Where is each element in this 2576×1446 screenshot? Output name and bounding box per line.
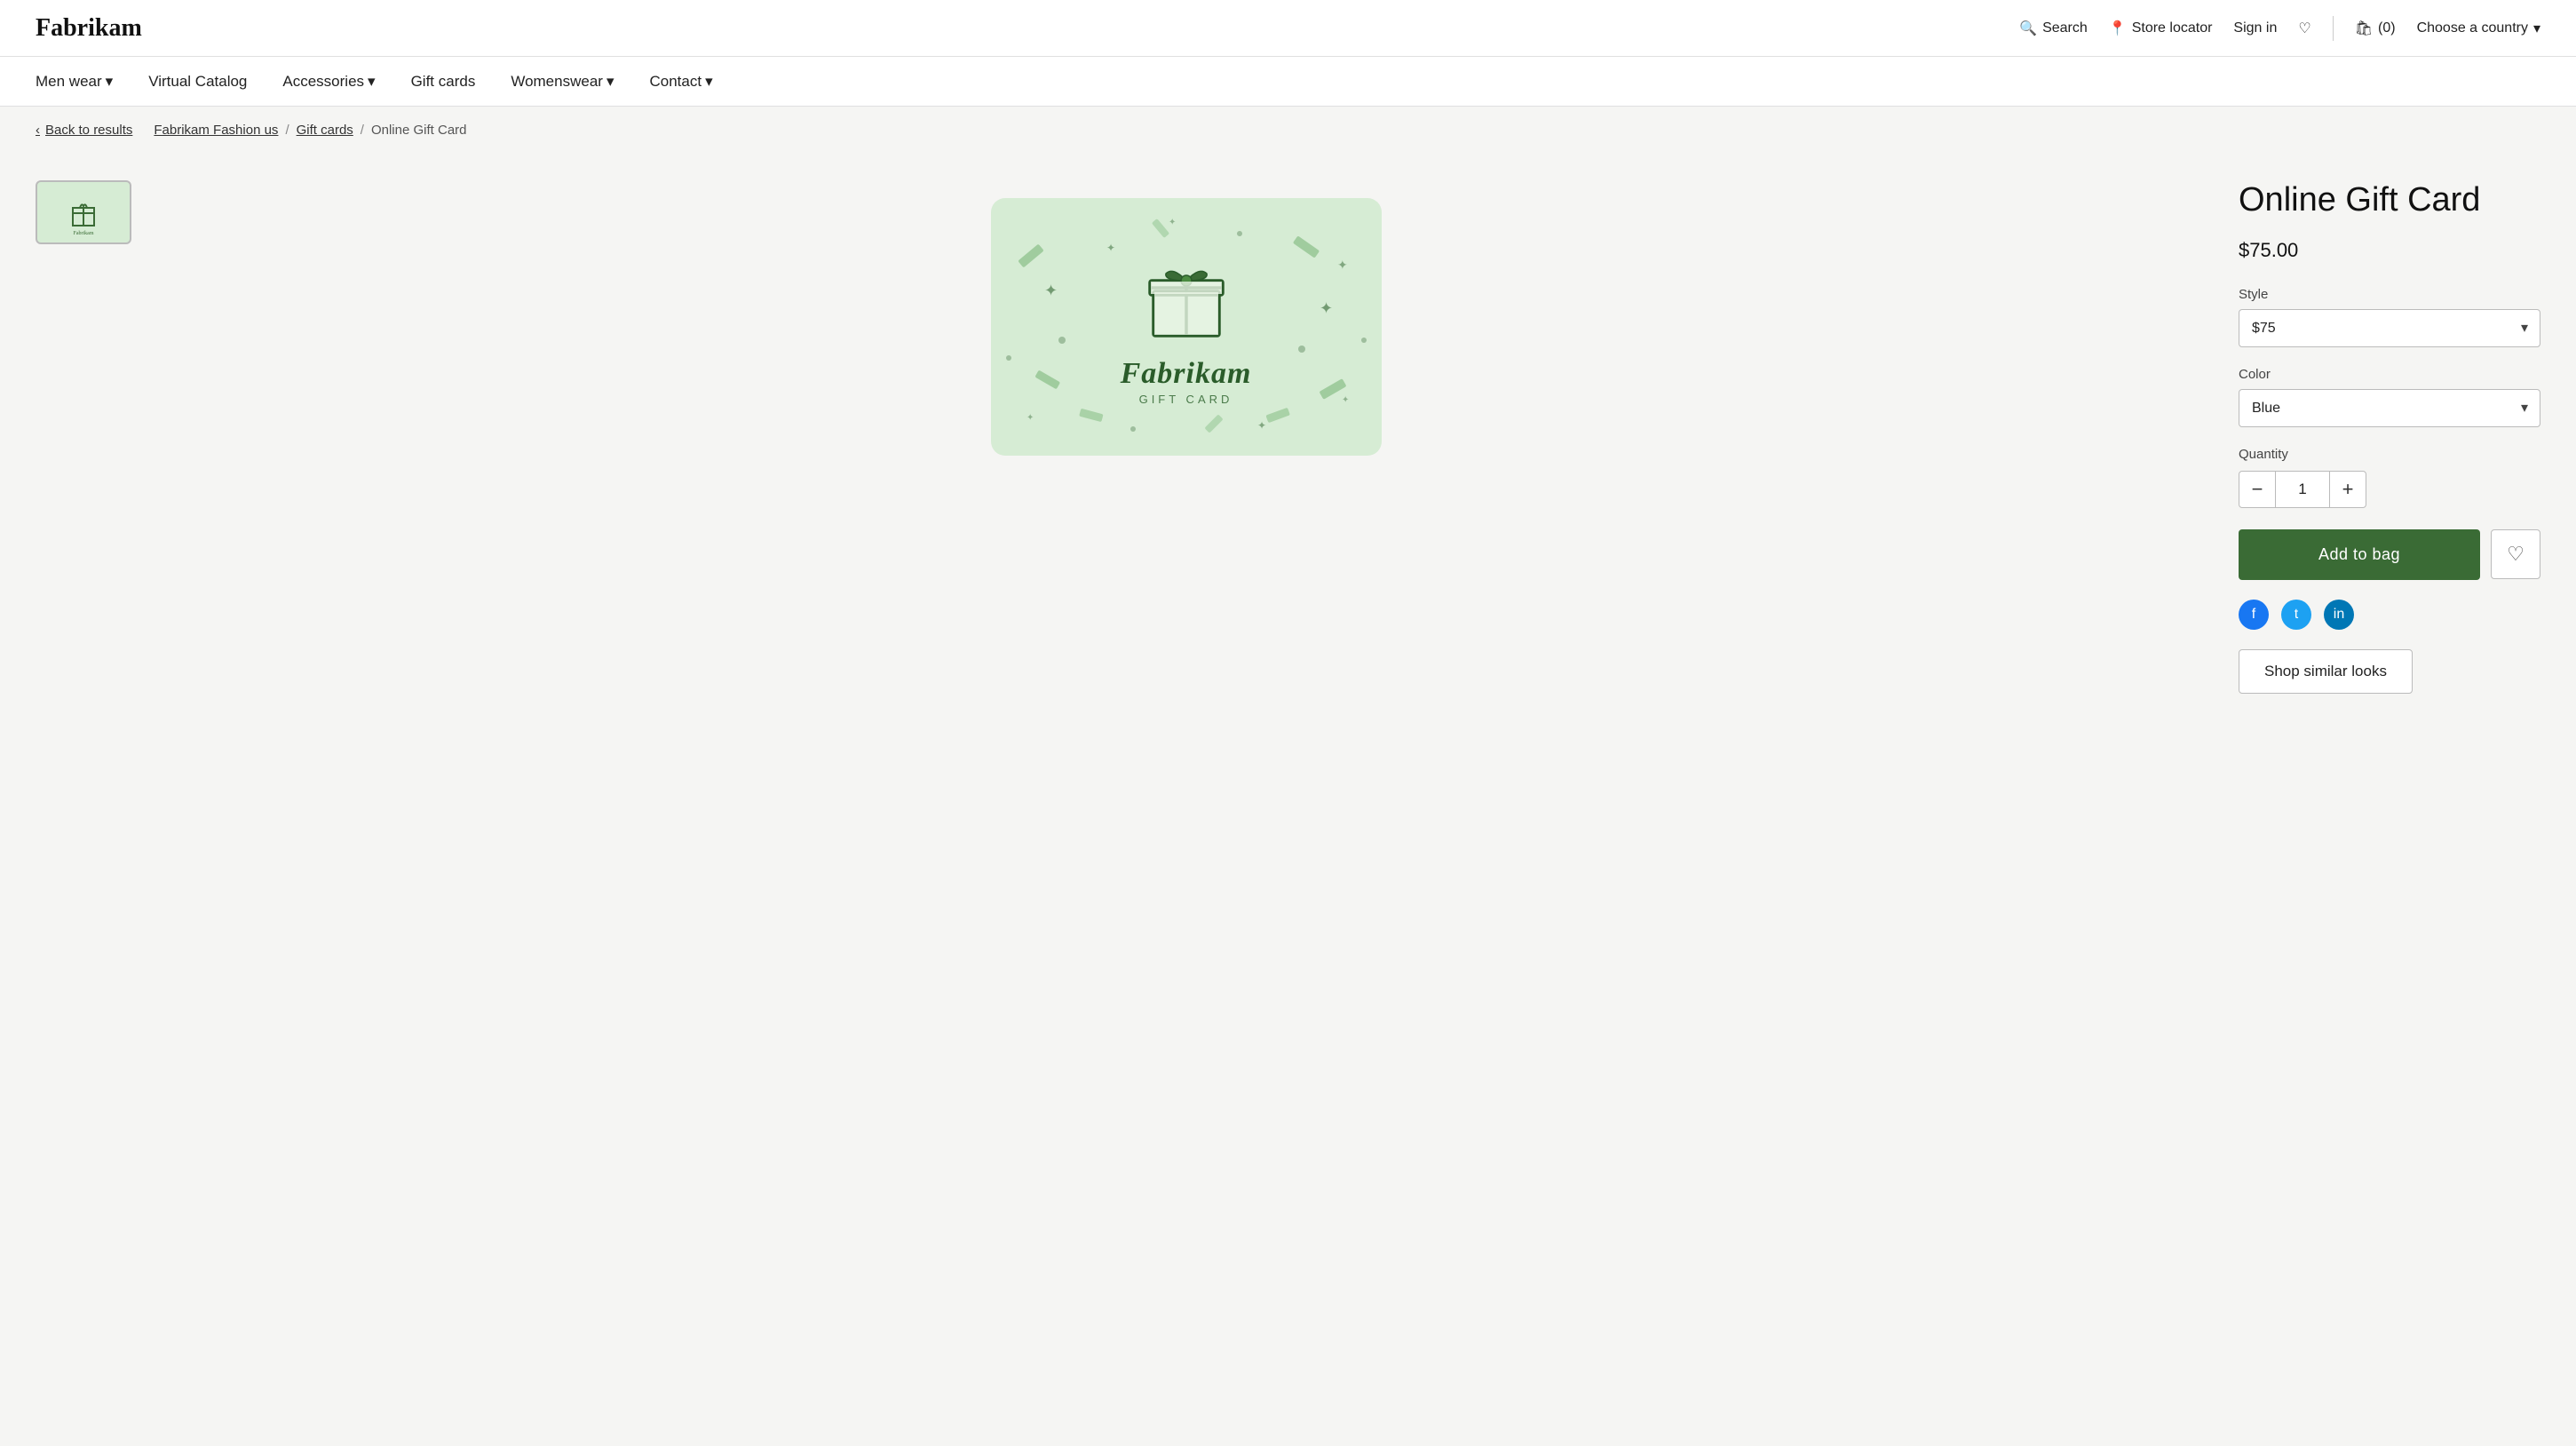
svg-text:✦: ✦ [1169,218,1176,227]
style-label: Style [2239,287,2540,302]
svg-text:Fabrikam: Fabrikam [74,231,94,236]
product-image-wrap: ✦ ✦ ✦ ✦ ✦ ✦ ✦ ✦ [169,180,2203,1413]
quantity-decrease-button[interactable]: − [2239,471,2276,508]
product-image: ✦ ✦ ✦ ✦ ✦ ✦ ✦ ✦ [991,198,1382,456]
gift-icon [1137,249,1235,346]
svg-text:✦: ✦ [1257,419,1266,432]
brand-logo[interactable]: Fabrikam [36,14,142,43]
product-details: Online Gift Card $75.00 Style $25 $50 $7… [2239,180,2540,1413]
nav-item-womenswear[interactable]: Womenswear ▾ [511,73,614,91]
facebook-share-button[interactable]: f [2239,600,2269,630]
location-icon: 📍 [2109,20,2127,37]
product-title: Online Gift Card [2239,180,2540,221]
svg-text:✦: ✦ [1320,299,1333,317]
thumbnail-panel: Fabrikam [36,180,133,1413]
quantity-increase-button[interactable]: + [2329,471,2366,508]
header-right: 🔍 Search 📍 Store locator Sign in ♡ 🛍 (0)… [2019,16,2540,41]
nav-item-virtual-catalog[interactable]: Virtual Catalog [148,73,247,91]
chevron-left-icon: ‹ [36,123,40,138]
nav-womenswear-label: Womenswear [511,73,603,91]
quantity-wrap: − 1 + [2239,471,2381,508]
store-locator-button[interactable]: 📍 Store locator [2109,20,2213,37]
color-select-wrap: Blue Red Green ▾ [2239,389,2540,427]
back-to-results-label: Back to results [45,123,132,138]
chevron-down-icon: ▾ [606,73,614,91]
main-content: Fabrikam ✦ ✦ ✦ ✦ ✦ ✦ [0,154,2576,1440]
add-to-bag-button[interactable]: Add to bag [2239,529,2480,580]
heart-icon: ♡ [2507,543,2524,566]
svg-text:✦: ✦ [1044,282,1058,299]
chevron-down-icon: ▾ [368,73,376,91]
store-locator-label: Store locator [2132,20,2213,36]
breadcrumb-site-link[interactable]: Fabrikam Fashion us [154,123,278,138]
back-to-results-link[interactable]: ‹ Back to results [36,123,132,138]
heart-icon: ♡ [2298,20,2310,37]
choose-country-button[interactable]: Choose a country ▾ [2417,20,2540,37]
nav-accessories-label: Accessories [282,73,364,91]
breadcrumb-separator-2: / [361,123,364,138]
style-select[interactable]: $25 $50 $75 $100 [2239,309,2540,347]
main-nav: Men wear ▾ Virtual Catalog Accessories ▾… [0,57,2576,107]
quantity-value: 1 [2276,471,2329,508]
gift-card-brand-name: Fabrikam [1121,357,1252,391]
twitter-icon: t [2295,607,2298,623]
search-button[interactable]: 🔍 Search [2019,20,2088,37]
choose-country-label: Choose a country [2417,20,2528,36]
action-row: Add to bag ♡ [2239,529,2540,580]
svg-text:✦: ✦ [1106,242,1115,254]
svg-text:✦: ✦ [1342,395,1349,405]
bag-count: (0) [2378,20,2396,36]
social-share-row: f t in [2239,600,2540,630]
breadcrumb-current: Online Gift Card [371,123,467,138]
nav-menwear-label: Men wear [36,73,102,91]
sign-in-button[interactable]: Sign in [2233,20,2277,36]
nav-contact-label: Contact [650,73,702,91]
chevron-down-icon: ▾ [2533,20,2540,37]
nav-item-contact[interactable]: Contact ▾ [650,73,713,91]
chevron-down-icon: ▾ [106,73,114,91]
nav-item-accessories[interactable]: Accessories ▾ [282,73,375,91]
svg-text:✦: ✦ [1026,413,1034,423]
breadcrumb-separator-1: / [285,123,289,138]
nav-item-menwear[interactable]: Men wear ▾ [36,73,113,91]
header-divider [2333,16,2334,41]
nav-gift-cards-label: Gift cards [411,73,476,91]
nav-item-gift-cards[interactable]: Gift cards [411,73,476,91]
product-price: $75.00 [2239,239,2540,262]
svg-text:✦: ✦ [1337,258,1348,272]
quantity-label: Quantity [2239,447,2540,462]
wishlist-heart-button[interactable]: ♡ [2298,20,2310,37]
sign-in-label: Sign in [2233,20,2277,36]
breadcrumb: ‹ Back to results Fabrikam Fashion us / … [0,107,2576,154]
gift-card-sub-label: GIFT CARD [1139,393,1233,406]
breadcrumb-category-link[interactable]: Gift cards [297,123,353,138]
twitter-share-button[interactable]: t [2281,600,2311,630]
header: Fabrikam 🔍 Search 📍 Store locator Sign i… [0,0,2576,57]
bag-icon: 🛍 [2355,20,2373,37]
bag-button[interactable]: 🛍 (0) [2355,20,2396,37]
color-select[interactable]: Blue Red Green [2239,389,2540,427]
linkedin-share-button[interactable]: in [2324,600,2354,630]
linkedin-icon: in [2334,607,2344,623]
add-to-wishlist-button[interactable]: ♡ [2491,529,2540,579]
facebook-icon: f [2252,607,2255,623]
product-thumbnail[interactable]: Fabrikam [36,180,131,244]
chevron-down-icon: ▾ [705,73,713,91]
color-label: Color [2239,367,2540,382]
search-icon: 🔍 [2019,20,2037,37]
search-label: Search [2042,20,2088,36]
shop-similar-button[interactable]: Shop similar looks [2239,649,2413,694]
nav-virtual-catalog-label: Virtual Catalog [148,73,247,91]
style-select-wrap: $25 $50 $75 $100 ▾ [2239,309,2540,347]
